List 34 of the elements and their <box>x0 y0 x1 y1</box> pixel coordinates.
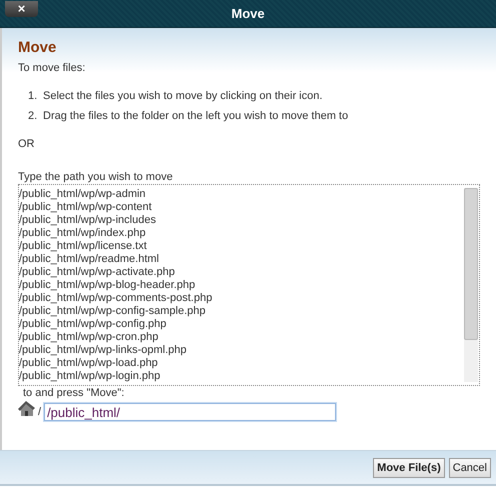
intro-text: To move files: <box>18 61 86 75</box>
path-prompt: Type the path you wish to move <box>18 170 174 184</box>
scrollbar-thumb[interactable] <box>464 188 478 340</box>
cancel-button[interactable]: Cancel <box>448 458 491 478</box>
window-title: Move <box>231 6 265 21</box>
scrollbar[interactable] <box>464 188 478 382</box>
file-path[interactable]: /public_html/wp/wp-comments-post.php <box>19 292 463 305</box>
step-number: 2. <box>28 109 38 123</box>
step-text: Select the files you wish to move by clicking on their icon. <box>43 90 322 102</box>
file-path[interactable]: /public_html/wp/readme.html <box>19 253 463 266</box>
file-list[interactable] <box>18 184 480 386</box>
file-path[interactable]: /public_html/wp/wp-includes <box>19 214 463 227</box>
dialog-heading: Move <box>18 39 58 56</box>
file-path[interactable]: /public_html/wp/wp-config-sample.php <box>19 305 463 318</box>
file-path[interactable]: /public_html/wp/wp-activate.php <box>19 266 463 279</box>
destination-field[interactable]: /public_html/ <box>44 403 336 421</box>
file-path[interactable]: /public_html/wp/wp-content <box>19 201 463 214</box>
step-number: 1. <box>28 89 38 103</box>
file-path[interactable]: /public_html/wp/wp-links-opml.php <box>19 344 463 357</box>
destination-prompt: to and press "Move": <box>22 386 126 400</box>
file-path[interactable]: /public_html/wp/wp-login.php <box>19 370 463 383</box>
path-prefix: / <box>38 406 42 418</box>
file-path[interactable]: /public_html/wp/index.php <box>19 227 463 240</box>
house-icon <box>18 401 36 417</box>
move-button[interactable]: Move File(s) <box>373 458 445 478</box>
file-path[interactable]: /public_html/wp/wp-cron.php <box>19 331 463 344</box>
step-text: Drag the files to the folder on the left you wish to move them to <box>43 110 348 122</box>
file-path[interactable]: /public_html/wp/wp-admin <box>19 188 463 201</box>
file-path[interactable]: /public_html/wp/license.txt <box>19 240 463 253</box>
or-text: OR <box>18 137 36 151</box>
file-path[interactable]: /public_html/wp/wp-blog-header.php <box>19 279 463 292</box>
file-path[interactable]: /public_html/wp/wp-load.php <box>19 357 463 370</box>
file-path[interactable]: /public_html/wp/wp-config.php <box>19 318 463 331</box>
close-button[interactable]: × <box>5 1 38 17</box>
